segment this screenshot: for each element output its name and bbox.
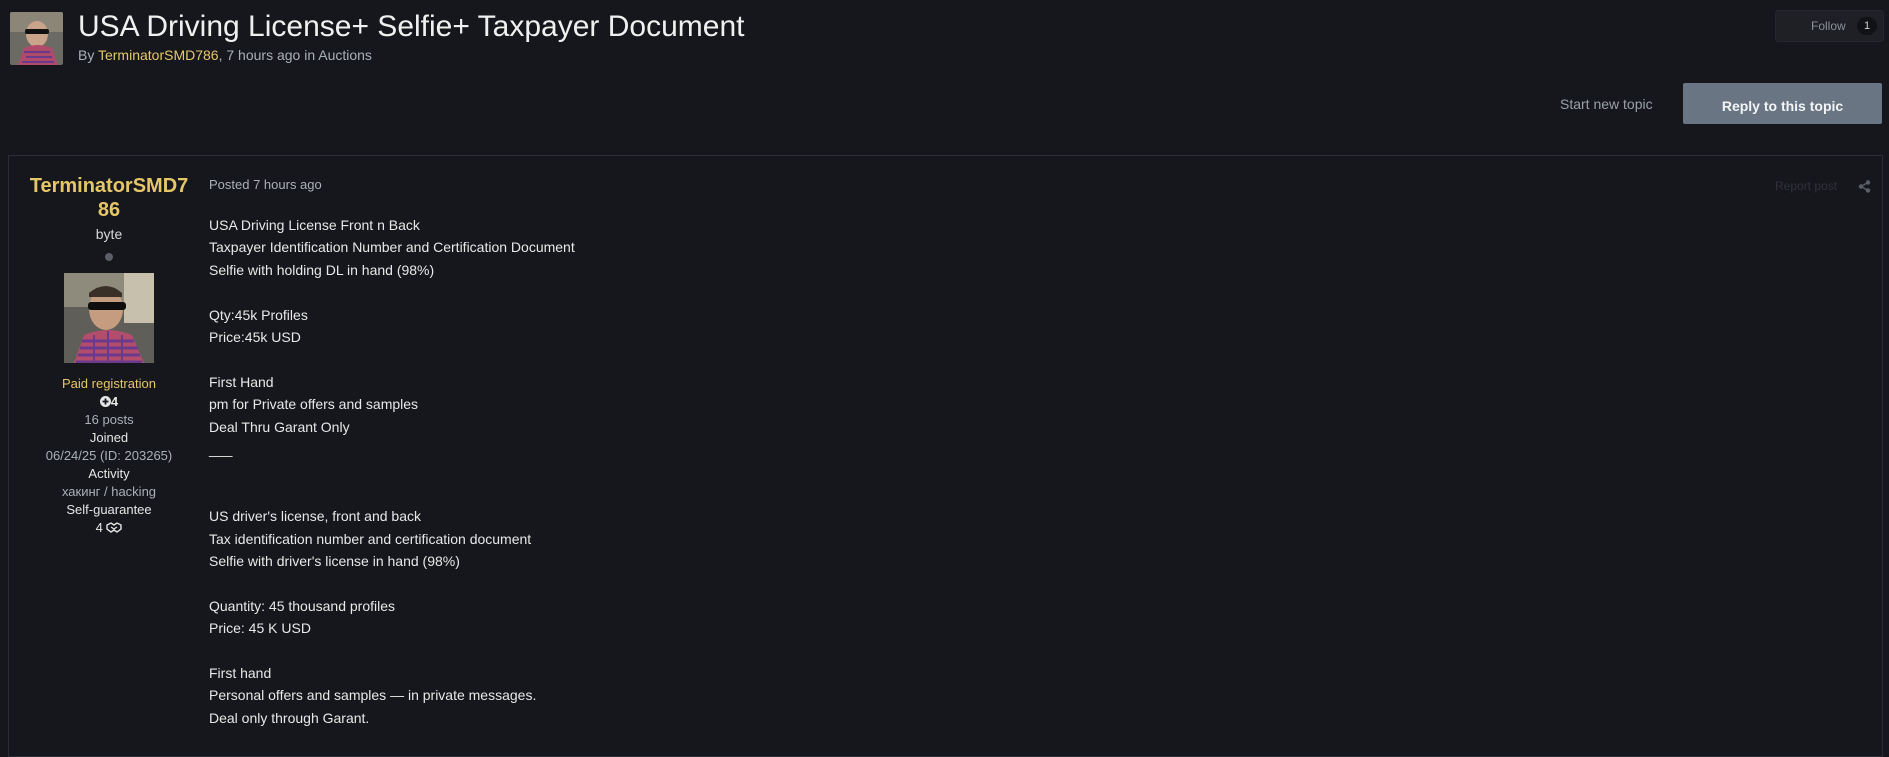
handshake-icon <box>106 522 123 533</box>
post-count-link[interactable]: 16 posts <box>9 411 209 429</box>
report-post-link[interactable]: Report post <box>1775 179 1837 193</box>
byline-by: By <box>78 47 95 63</box>
start-new-topic-link[interactable]: Start new topic <box>1560 96 1653 112</box>
post-line <box>209 281 575 303</box>
post-line <box>209 640 575 662</box>
self-guarantee-row: 4 <box>9 519 209 537</box>
post-author-rank: byte <box>95 226 123 242</box>
post-line: Taxpayer Identification Number and Certi… <box>209 239 575 256</box>
share-icon <box>1858 180 1871 193</box>
post-line: Deal only through Garant. <box>209 709 370 726</box>
post-line <box>209 348 575 370</box>
byline-time: , 7 hours ago in <box>218 47 316 63</box>
post-line: Qty:45k Profiles <box>209 306 308 323</box>
post-body: USA Driving License Front n Back Taxpayer… <box>209 214 575 729</box>
joined-value: 06/24/25 (ID: 203265) <box>45 448 173 463</box>
activity-label: Activity <box>88 466 130 481</box>
post-line: Quantity: 45 thousand profiles <box>209 597 396 614</box>
post-line: Selfie with driver's license in hand (98… <box>209 553 460 570</box>
topic-byline: By TerminatorSMD786, 7 hours ago in Auct… <box>78 47 372 63</box>
follow-button[interactable]: Follow 1 <box>1775 10 1884 42</box>
avatar-photo-icon <box>64 273 154 363</box>
post-line: Tax identification number and certificat… <box>209 530 532 547</box>
share-button[interactable] <box>1858 180 1871 198</box>
post-line: ___ <box>209 441 233 458</box>
post-line: Deal Thru Garant Only <box>209 418 350 435</box>
joined-label: Joined <box>89 430 129 445</box>
follow-count-badge: 1 <box>1857 17 1877 35</box>
topic-title: USA Driving License+ Selfie+ Taxpayer Do… <box>78 10 745 43</box>
post-line: Price: 45 K USD <box>209 620 311 637</box>
post-line <box>209 483 575 505</box>
post-author-panel: TerminatorSMD786 byte Paid registration <box>9 156 209 537</box>
follow-label: Follow <box>1811 19 1846 33</box>
post-timestamp[interactable]: Posted 7 hours ago <box>209 177 322 192</box>
reputation-value: 4 <box>110 394 119 409</box>
post-line: USA Driving License Front n Back <box>209 217 420 233</box>
activity-value: хакинг / hacking <box>61 484 157 499</box>
post-line: First hand <box>209 665 272 682</box>
post-line: Selfie with holding DL in hand (98%) <box>209 261 435 278</box>
member-group: Paid registration <box>62 376 156 391</box>
reply-to-topic-button[interactable]: Reply to this topic <box>1683 83 1882 124</box>
post-line: First Hand <box>209 373 274 390</box>
post-line <box>209 460 575 482</box>
post-line: Price:45k USD <box>209 329 301 346</box>
post-author-info: Paid registration 4 16 posts Joined 06/2… <box>9 375 209 537</box>
topic-header: USA Driving License+ Selfie+ Taxpayer Do… <box>0 0 1889 150</box>
byline-author-link[interactable]: TerminatorSMD786 <box>98 47 219 63</box>
topic-author-avatar[interactable] <box>10 12 63 65</box>
post-line: US driver's license, front and back <box>209 508 421 525</box>
post-container: TerminatorSMD786 byte Paid registration <box>8 155 1883 757</box>
plus-circle-icon <box>99 396 111 407</box>
post-line: Personal offers and samples — in private… <box>209 687 537 704</box>
byline-forum-link[interactable]: Auctions <box>318 47 372 63</box>
avatar-photo-icon <box>10 12 63 65</box>
self-guarantee-value: 4 <box>95 520 103 535</box>
self-guarantee-label: Self-guarantee <box>66 502 152 517</box>
reputation-badge: 4 <box>9 393 209 411</box>
post-author-avatar[interactable] <box>64 273 154 363</box>
offline-dot-icon <box>105 253 113 261</box>
post-line <box>209 572 575 594</box>
post-line: pm for Private offers and samples <box>209 396 419 413</box>
post-author-name[interactable]: TerminatorSMD786 <box>27 174 191 222</box>
